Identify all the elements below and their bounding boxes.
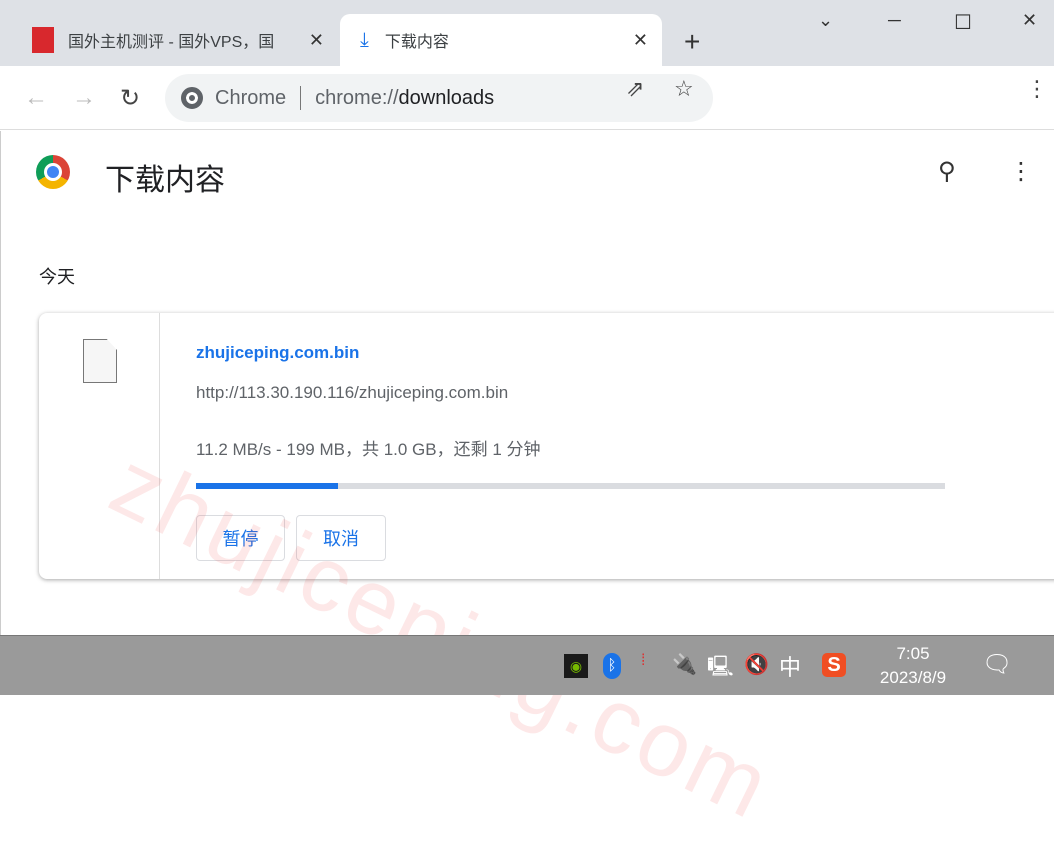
tab-title: 下载内容 (384, 34, 449, 51)
bluetooth-icon[interactable]: ᛒ (603, 653, 621, 679)
tab-strip: 国外主机测评 - 国外VPS，国 ✕ ⤓ 下载内容 ✕ + ⌄ ─ ☐ ✕ (0, 0, 1054, 66)
file-icon (83, 339, 117, 383)
site-label: Chrome (215, 86, 287, 109)
nvidia-icon[interactable]: ◉ (564, 654, 588, 678)
pause-button[interactable]: 暂停 (196, 515, 285, 561)
forward-icon[interactable]: → (72, 84, 96, 112)
close-window-button[interactable]: ✕ (1022, 10, 1037, 31)
url-text[interactable]: chrome://downloads (315, 87, 494, 110)
minimize-button[interactable]: ─ (888, 10, 901, 31)
more-icon[interactable]: ⋮ (1009, 157, 1033, 186)
reload-icon[interactable]: ↻ (120, 84, 140, 113)
url-main: downloads (398, 86, 495, 109)
ime-indicator[interactable]: 中 (779, 650, 801, 682)
star-icon[interactable]: ☆ (674, 76, 694, 102)
chrome-logo-icon (36, 155, 70, 189)
page-title: 下载内容 (105, 164, 225, 197)
file-name-link[interactable]: zhujiceping.com.bin (196, 343, 359, 363)
browser-toolbar: ← → ↻ Chrome chrome://downloads ⇗ ☆ ⋮ (0, 66, 1054, 130)
downloads-page: 下载内容 ⚲ ⋮ 今天 zhujiceping.com.bin http://1… (0, 131, 1054, 839)
tab-search-icon[interactable]: ⌄ (818, 10, 833, 31)
download-icon: ⤓ (360, 28, 369, 51)
search-icon[interactable]: ⚲ (938, 157, 956, 186)
chrome-icon (181, 87, 203, 109)
network-icon[interactable]: 🖳 (707, 652, 734, 686)
notification-icon[interactable]: 🗨 (982, 650, 1012, 679)
divider (300, 86, 302, 110)
tab-close-icon[interactable]: ✕ (633, 30, 648, 51)
taskbar: ◉ ᛒ ⁞ 🔌 🖳 🔇 中 S 7:05 2023/8/9 🗨 (0, 635, 1054, 695)
url-prefix: chrome:// (315, 86, 399, 109)
tab-downloads[interactable]: ⤓ 下载内容 ✕ (340, 14, 662, 66)
tab-title: 国外主机测评 - 国外VPS，国 (68, 34, 275, 51)
cancel-button[interactable]: 取消 (296, 515, 386, 561)
battery-icon[interactable]: 🔌 (672, 652, 697, 677)
file-url: http://113.30.190.116/zhujiceping.com.bi… (196, 383, 509, 402)
tab-zhujiceping[interactable]: 国外主机测评 - 国外VPS，国 ✕ (22, 14, 338, 66)
back-icon[interactable]: ← (24, 84, 48, 112)
date: 2023/8/9 (879, 668, 947, 687)
sogou-ime-icon[interactable]: S (822, 653, 846, 677)
progress-fill (196, 483, 339, 489)
tab-close-icon[interactable]: ✕ (309, 30, 324, 51)
time: 7:05 (896, 644, 930, 663)
share-icon[interactable]: ⇗ (626, 76, 644, 102)
download-item: zhujiceping.com.bin http://113.30.190.11… (39, 313, 1054, 579)
progress-bar (196, 483, 945, 489)
new-tab-button[interactable]: + (684, 26, 700, 58)
download-status: 11.2 MB/s - 199 MB，共 1.0 GB，还剩 1 分钟 (196, 440, 541, 459)
color-app-icon[interactable]: ⁞ (641, 652, 645, 670)
menu-icon[interactable]: ⋮ (1026, 76, 1048, 102)
divider (159, 313, 160, 579)
date-section-label: 今天 (39, 267, 75, 287)
volume-muted-icon[interactable]: 🔇 (744, 652, 769, 677)
clock[interactable]: 7:05 2023/8/9 (860, 642, 966, 690)
maximize-button[interactable]: ☐ (954, 10, 972, 35)
site-favicon (32, 27, 54, 53)
